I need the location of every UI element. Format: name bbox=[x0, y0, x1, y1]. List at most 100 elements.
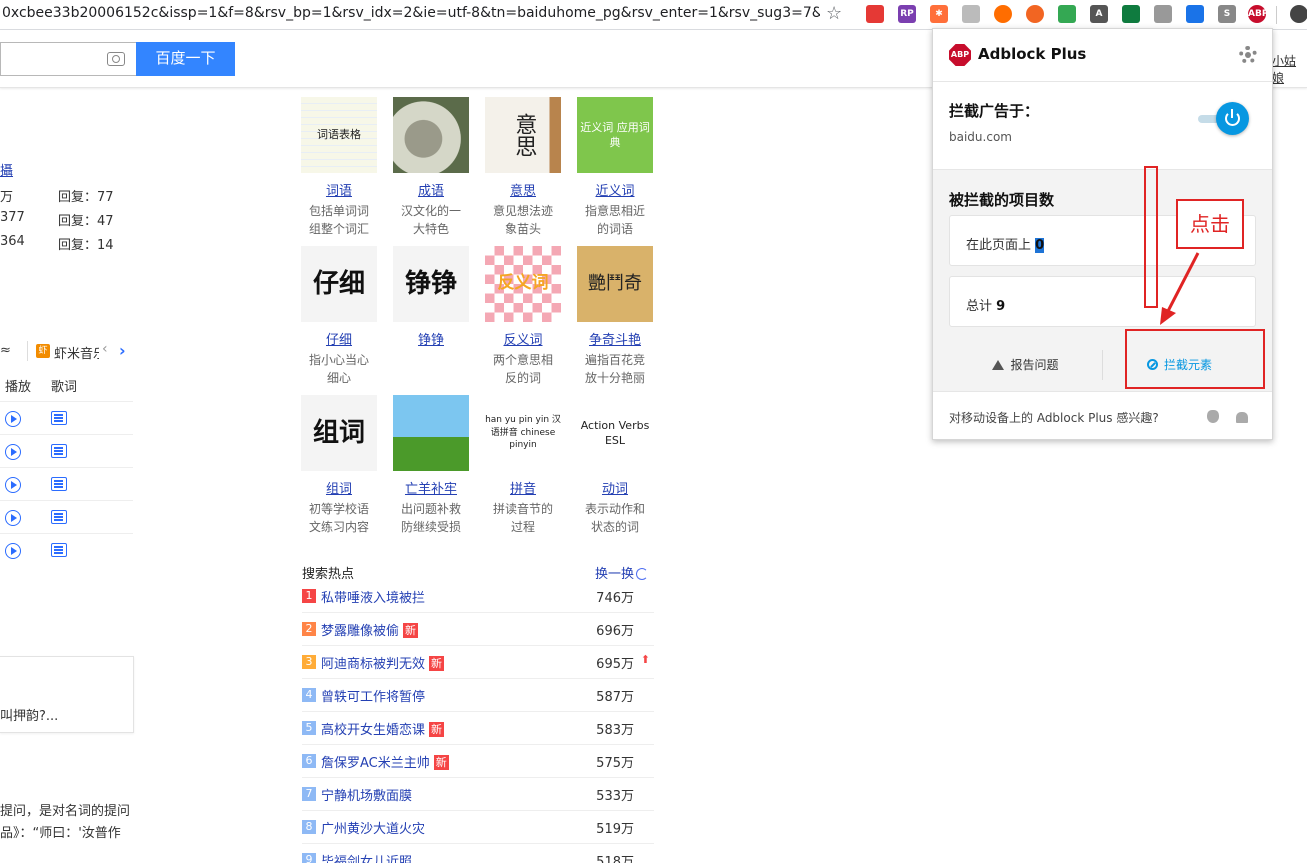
hot-search-text: 梦露雕像被偷 bbox=[321, 624, 400, 639]
word-thumbnail[interactable]: 词语表格 bbox=[301, 97, 377, 173]
word-title-link[interactable]: 成语 bbox=[392, 180, 470, 199]
word-card[interactable]: 意思 意思 意见想法迹 象苗头 bbox=[484, 97, 562, 238]
ext-s-icon[interactable]: S bbox=[1218, 5, 1236, 23]
word-title-link[interactable]: 拼音 bbox=[484, 478, 562, 497]
word-title-link[interactable]: 近义词 bbox=[576, 180, 654, 199]
hot-search-link[interactable]: 宁静机场敷面膜 bbox=[321, 785, 412, 804]
desc-line: 出问题补救 bbox=[400, 502, 461, 516]
word-card[interactable]: Action Verbs ESL 动词 表示动作和 状态的词 bbox=[576, 395, 654, 536]
ext-red-icon[interactable] bbox=[866, 5, 884, 23]
word-card[interactable]: 成语 汉文化的一 大特色 bbox=[392, 97, 470, 238]
word-thumbnail[interactable]: 意思 bbox=[485, 97, 561, 173]
qa-card[interactable]: 叫押韵?... bbox=[0, 656, 134, 733]
word-card[interactable]: 组词 组词 初等学校语 文练习内容 bbox=[300, 395, 378, 536]
word-title-link[interactable]: 动词 bbox=[576, 478, 654, 497]
desc-line: 防继续受损 bbox=[400, 520, 461, 534]
word-title-link[interactable]: 反义词 bbox=[484, 329, 562, 348]
word-thumbnail[interactable]: 艷鬥奇 bbox=[577, 246, 653, 322]
word-thumbnail[interactable]: 组词 bbox=[301, 395, 377, 471]
word-thumbnail[interactable]: Action Verbs ESL bbox=[577, 395, 653, 471]
hot-search-link[interactable]: 私带唾液入境被拦 bbox=[321, 587, 425, 606]
bookmark-star-icon[interactable]: ☆ bbox=[826, 3, 842, 24]
word-title-link[interactable]: 组词 bbox=[300, 478, 378, 497]
hot-search-link[interactable]: 曾轶可工作将暂停 bbox=[321, 686, 425, 705]
hot-search-text: 阿迪商标被判无效 bbox=[321, 657, 426, 672]
word-title-link[interactable]: 亡羊补牢 bbox=[392, 478, 470, 497]
lyrics-icon[interactable] bbox=[51, 510, 67, 524]
profile-avatar-icon[interactable] bbox=[1290, 5, 1307, 23]
lyrics-icon[interactable] bbox=[51, 543, 67, 557]
reply-count: 回复：77 bbox=[58, 190, 114, 205]
ext-green-icon[interactable] bbox=[1058, 5, 1076, 23]
word-thumbnail[interactable]: 仔细 bbox=[301, 246, 377, 322]
word-card[interactable]: han yu pin yin 汉语拼音 chinese pinyin 拼音拼读音节… bbox=[484, 395, 562, 536]
play-icon[interactable] bbox=[5, 411, 21, 427]
ext-cookie-icon[interactable] bbox=[1026, 5, 1044, 23]
word-thumbnail[interactable]: han yu pin yin 汉语拼音 chinese pinyin bbox=[485, 395, 561, 471]
play-icon[interactable] bbox=[5, 444, 21, 460]
word-thumbnail[interactable]: 反义词 bbox=[485, 246, 561, 322]
ext-angular-icon[interactable]: A bbox=[1090, 5, 1108, 23]
address-bar[interactable]: 0xcbee33b20006152c&issp=1&f=8&rsv_bp=1&r… bbox=[0, 0, 820, 28]
word-thumbnail[interactable] bbox=[393, 395, 469, 471]
ext-star-icon[interactable]: ✱ bbox=[930, 5, 948, 23]
chevron-right-icon[interactable]: › bbox=[119, 341, 126, 360]
word-description: 两个意思相 反的词 bbox=[484, 351, 562, 387]
lyrics-icon[interactable] bbox=[51, 444, 67, 458]
camera-icon[interactable] bbox=[107, 52, 125, 66]
ext-filter-icon[interactable] bbox=[1186, 5, 1204, 23]
word-card[interactable]: 铮铮 铮铮 bbox=[392, 246, 470, 351]
word-title-link[interactable]: 争奇斗艳 bbox=[576, 329, 654, 348]
word-thumbnail[interactable]: 近义词 应用词典 bbox=[577, 97, 653, 173]
play-icon[interactable] bbox=[5, 510, 21, 526]
lyrics-icon[interactable] bbox=[51, 411, 67, 425]
word-thumbnail[interactable] bbox=[393, 97, 469, 173]
user-link[interactable]: 小姑娘 bbox=[1272, 52, 1307, 86]
desc-line: 文练习内容 bbox=[308, 520, 369, 534]
power-icon[interactable] bbox=[1216, 102, 1249, 135]
ext-abp-icon[interactable]: ABP bbox=[1248, 5, 1268, 23]
hot-count: 575万 bbox=[596, 756, 634, 771]
word-card[interactable]: 近义词 应用词典 近义词 指意思相近 的词语 bbox=[576, 97, 654, 238]
music-tab-prev[interactable]: ≈ bbox=[0, 343, 11, 358]
hot-search-link[interactable]: 毕福剑女儿近照 bbox=[321, 851, 412, 863]
ext-sheet-icon[interactable] bbox=[1122, 5, 1140, 23]
ext-rp-icon[interactable]: RP bbox=[898, 5, 916, 23]
report-issue-button[interactable]: 报告问题 bbox=[949, 340, 1102, 390]
result-link[interactable]: 攝 bbox=[0, 160, 13, 179]
desc-line: 的词语 bbox=[596, 222, 633, 236]
gear-icon[interactable] bbox=[1239, 46, 1257, 64]
ext-tree-icon[interactable] bbox=[1154, 5, 1172, 23]
tab-divider bbox=[27, 341, 28, 361]
word-title-link[interactable]: 词语 bbox=[300, 180, 378, 199]
hot-search-link[interactable]: 詹保罗AC米兰主帅新 bbox=[321, 752, 449, 771]
play-icon[interactable] bbox=[5, 543, 21, 559]
music-row bbox=[0, 500, 133, 533]
word-card[interactable]: 亡羊补牢出问题补救防继续受损 bbox=[392, 395, 470, 536]
ext-grid-icon[interactable] bbox=[962, 5, 980, 23]
hot-search-row: 6 詹保罗AC米兰主帅新 575万 bbox=[302, 745, 654, 778]
android-icon[interactable] bbox=[1236, 412, 1248, 423]
word-card[interactable]: 反义词 反义词 两个意思相 反的词 bbox=[484, 246, 562, 387]
tab-xiami[interactable]: 虾米音乐 bbox=[54, 343, 99, 362]
search-button[interactable]: 百度一下 bbox=[136, 42, 235, 76]
hot-search-link[interactable]: 广州黄沙大道火灾 bbox=[321, 818, 425, 837]
word-thumbnail[interactable]: 铮铮 bbox=[393, 246, 469, 322]
apple-icon[interactable] bbox=[1207, 410, 1219, 423]
hot-search-row: 9 毕福剑女儿近照 518万 bbox=[302, 844, 654, 863]
hot-search-link[interactable]: 阿迪商标被判无效新 bbox=[321, 653, 445, 672]
lyrics-icon[interactable] bbox=[51, 477, 67, 491]
word-title-link[interactable]: 铮铮 bbox=[392, 329, 470, 348]
search-input[interactable] bbox=[0, 42, 136, 76]
chevron-left-icon[interactable]: ‹ bbox=[102, 341, 108, 357]
hot-search-link[interactable]: 高校开女生婚恋课新 bbox=[321, 719, 445, 738]
word-title-link[interactable]: 仔细 bbox=[300, 329, 378, 348]
ext-orange-icon[interactable] bbox=[994, 5, 1012, 23]
word-card[interactable]: 仔细 仔细 指小心当心 细心 bbox=[300, 246, 378, 387]
word-card[interactable]: 艷鬥奇 争奇斗艳 遍指百花竞 放十分艳丽 bbox=[576, 246, 654, 387]
word-card[interactable]: 词语表格 词语 包括单词词 组整个词汇 bbox=[300, 97, 378, 238]
word-description: 拼读音节的 过程 bbox=[484, 500, 562, 536]
play-icon[interactable] bbox=[5, 477, 21, 493]
word-title-link[interactable]: 意思 bbox=[484, 180, 562, 199]
hot-search-link[interactable]: 梦露雕像被偷新 bbox=[321, 620, 419, 639]
